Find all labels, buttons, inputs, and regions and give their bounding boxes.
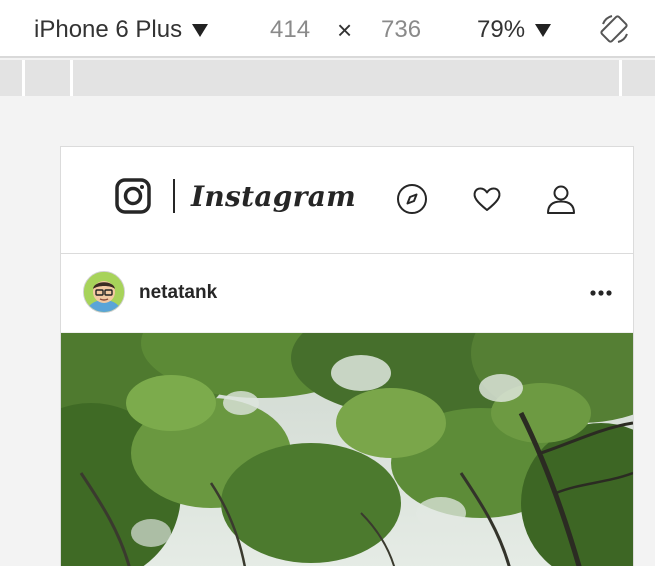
ruler-marker[interactable] xyxy=(619,60,622,96)
device-viewport: Instagram netatank xyxy=(0,98,655,566)
post-header: netatank xyxy=(61,254,633,333)
instagram-camera-icon[interactable] xyxy=(115,178,151,214)
dropdown-caret-icon xyxy=(192,23,209,37)
emulated-page: Instagram netatank xyxy=(60,146,634,566)
zoom-label: 79% xyxy=(477,16,526,43)
device-select[interactable]: iPhone 6 Plus xyxy=(34,14,209,46)
ruler-marker[interactable] xyxy=(22,60,25,96)
dimension-separator: × xyxy=(337,15,353,45)
media-query-ruler[interactable] xyxy=(0,60,655,96)
avatar-illustration xyxy=(84,272,124,312)
device-toolbar: iPhone 6 Plus 414 × 736 79% xyxy=(0,0,655,58)
device-label: iPhone 6 Plus xyxy=(34,16,183,43)
heart-icon[interactable] xyxy=(471,183,503,215)
viewport-height-field[interactable]: 736 xyxy=(381,14,421,46)
more-options-icon[interactable] xyxy=(589,288,613,298)
post-username[interactable]: netatank xyxy=(139,282,217,304)
compass-explore-icon[interactable] xyxy=(396,183,428,215)
viewport-width-field[interactable]: 414 xyxy=(270,14,310,46)
logo-divider xyxy=(173,179,175,213)
dropdown-caret-icon xyxy=(535,23,552,37)
avatar[interactable] xyxy=(83,271,125,313)
instagram-nav-bar: Instagram xyxy=(61,147,633,254)
post-photo[interactable] xyxy=(61,333,633,566)
zoom-select[interactable]: 79% xyxy=(477,14,552,46)
profile-user-icon[interactable] xyxy=(545,183,577,215)
rotate-device-icon[interactable] xyxy=(598,12,632,46)
ruler-marker[interactable] xyxy=(70,60,73,96)
instagram-wordmark[interactable]: Instagram xyxy=(191,180,356,213)
